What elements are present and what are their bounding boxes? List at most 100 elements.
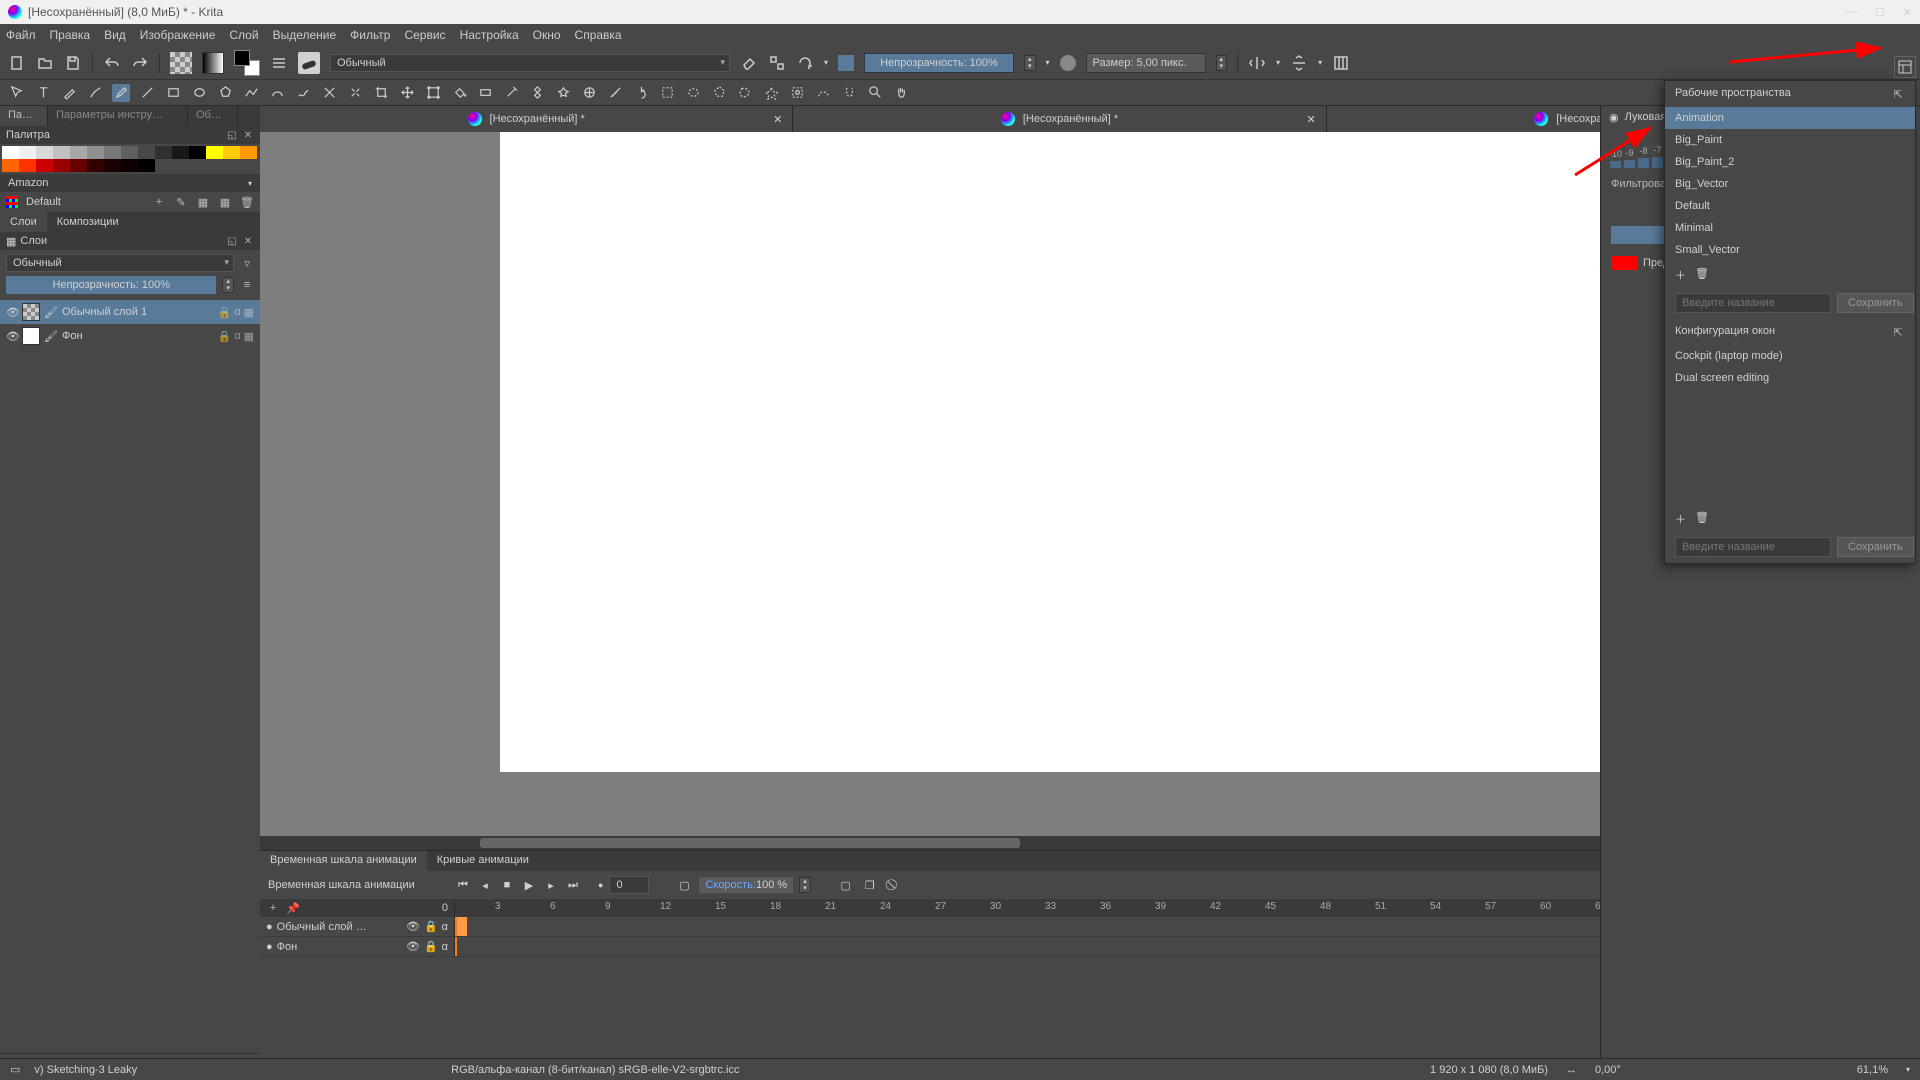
palette-swatch[interactable]	[19, 159, 36, 172]
tool-calligraphy[interactable]	[86, 84, 104, 102]
palette-preset-icon[interactable]	[6, 196, 18, 208]
windowcfg-save-button[interactable]: Сохранить	[1837, 537, 1914, 557]
tool-rect[interactable]	[164, 84, 182, 102]
open-doc-icon[interactable]	[36, 54, 54, 72]
alpha-lock-icon[interactable]: α	[234, 306, 240, 319]
speed-spinners[interactable]: ▴▾	[799, 877, 811, 893]
palette-swatch[interactable]	[172, 146, 189, 159]
menu-view[interactable]: Вид	[104, 28, 126, 42]
palette-swatch[interactable]	[240, 146, 257, 159]
tool-gradient[interactable]	[476, 84, 494, 102]
skip-end-icon[interactable]: ⏭	[564, 876, 582, 894]
color-selector[interactable]	[234, 50, 260, 76]
alpha-lock-icon[interactable]: α	[234, 330, 240, 343]
tool-transform[interactable]	[8, 84, 26, 102]
tool-assistant[interactable]	[580, 84, 598, 102]
delete-swatch-icon[interactable]: 🗑	[240, 195, 254, 209]
palette-swatch[interactable]	[70, 146, 87, 159]
windowcfg-add-icon[interactable]: ＋	[1675, 511, 1689, 525]
palette-swatch[interactable]	[121, 159, 138, 172]
dup-keyframe-icon[interactable]: ❐	[861, 876, 879, 894]
canvas[interactable]	[500, 132, 1680, 772]
palette-swatch[interactable]	[36, 159, 53, 172]
windowcfg-delete-icon[interactable]: 🗑	[1695, 511, 1709, 525]
layer-visibility-icon[interactable]: 👁	[6, 330, 18, 342]
workspace-item[interactable]: Big_Paint	[1665, 129, 1915, 151]
onion-frame-cell[interactable]: -10	[1609, 149, 1622, 168]
workspace-item[interactable]: Minimal	[1665, 217, 1915, 239]
palette-swatch[interactable]	[223, 146, 240, 159]
layer-blend-dropdown[interactable]: Обычный	[6, 254, 234, 272]
tool-polygon[interactable]	[216, 84, 234, 102]
speed-box[interactable]: Скорость:100 %	[699, 877, 793, 893]
workspace-save-button[interactable]: Сохранить	[1837, 293, 1914, 313]
eraser-icon[interactable]	[740, 54, 758, 72]
tool-select-magnetic[interactable]	[840, 84, 858, 102]
alpha-lock-icon[interactable]	[768, 54, 786, 72]
workspace-item[interactable]: Default	[1665, 195, 1915, 217]
workspace-item[interactable]: Animation	[1665, 107, 1915, 129]
track-add-icon[interactable]: +	[266, 901, 280, 915]
tool-bezier[interactable]	[268, 84, 286, 102]
opacity-slider[interactable]: Непрозрачность: 100%	[864, 53, 1014, 73]
menu-file[interactable]: Файл	[6, 28, 36, 42]
tool-select-similar[interactable]	[788, 84, 806, 102]
close-docker-icon[interactable]: ✕	[242, 129, 254, 141]
layer-item[interactable]: 👁 🖌 Фон 🔒α▦	[0, 324, 260, 348]
skip-start-icon[interactable]: ⏮	[454, 876, 472, 894]
float-layers-icon[interactable]: ◱	[226, 235, 238, 247]
workspace-name-input[interactable]	[1675, 293, 1831, 313]
palette-swatch[interactable]	[87, 146, 104, 159]
palette-swatch[interactable]	[87, 159, 104, 172]
palette-swatch[interactable]	[53, 159, 70, 172]
close-tab-icon[interactable]: ✕	[773, 113, 782, 126]
palette-swatch[interactable]	[2, 146, 19, 159]
new-doc-icon[interactable]	[8, 54, 26, 72]
palette-swatch[interactable]	[70, 159, 87, 172]
menu-filter[interactable]: Фильтр	[350, 28, 390, 42]
menu-help[interactable]: Справка	[575, 28, 622, 42]
frame-input[interactable]	[609, 876, 649, 894]
save-doc-icon[interactable]	[64, 54, 82, 72]
layer-opacity-spinners[interactable]: ▴▾	[222, 277, 234, 293]
next-frame-icon[interactable]: ▸	[542, 876, 560, 894]
tab-layers[interactable]: Слои	[0, 212, 47, 232]
palette-swatch[interactable]	[121, 146, 138, 159]
status-angle-icon[interactable]: ↔	[1566, 1064, 1577, 1076]
windowcfg-detach-icon[interactable]: ⇱	[1891, 325, 1905, 339]
track-alpha-icon[interactable]: α	[442, 921, 448, 933]
add-keyframe-icon[interactable]: ▢	[837, 876, 855, 894]
remove-keyframe-icon[interactable]: ⃠	[885, 876, 903, 894]
palette-swatch[interactable]	[104, 159, 121, 172]
mirror-v-icon[interactable]	[1290, 54, 1308, 72]
palette-swatch[interactable]	[2, 159, 19, 172]
brush-settings-icon[interactable]	[270, 54, 288, 72]
maximize-icon[interactable]: ☐	[1875, 6, 1885, 19]
close-layers-icon[interactable]: ✕	[242, 235, 254, 247]
tool-ellipse[interactable]	[190, 84, 208, 102]
close-icon[interactable]: ✕	[1903, 6, 1912, 19]
palette-selector[interactable]: Amazon ▾	[0, 174, 260, 192]
tool-edit-shapes[interactable]	[60, 84, 78, 102]
tool-zoom[interactable]	[866, 84, 884, 102]
workspace-chooser-button[interactable]	[1894, 56, 1916, 78]
menu-layer[interactable]: Слой	[229, 28, 258, 42]
menu-tools[interactable]: Сервис	[404, 28, 445, 42]
palette-swatch[interactable]	[138, 146, 155, 159]
pattern-swatch[interactable]	[170, 52, 192, 74]
tool-crop[interactable]	[372, 84, 390, 102]
redo-icon[interactable]	[131, 54, 149, 72]
tool-select-bezier[interactable]	[814, 84, 832, 102]
tab-timeline[interactable]: Временная шкала анимации	[260, 851, 427, 871]
size-slider[interactable]: Размер: 5,00 пикс.	[1086, 53, 1206, 73]
doc-tab-1[interactable]: [Несохранённый] * ✕	[260, 106, 793, 132]
docker-tab-toolopts[interactable]: Параметры инстру…	[48, 106, 188, 126]
tool-fill[interactable]	[450, 84, 468, 102]
palette-swatch[interactable]	[138, 159, 155, 172]
track-alpha-icon[interactable]: α	[442, 941, 448, 953]
palette-swatch[interactable]	[206, 146, 223, 159]
close-tab-icon[interactable]: ✕	[1306, 113, 1315, 126]
menu-settings[interactable]: Настройка	[460, 28, 519, 42]
mirror-h-icon[interactable]	[1248, 54, 1266, 72]
prev-frame-icon[interactable]: ◂	[476, 876, 494, 894]
